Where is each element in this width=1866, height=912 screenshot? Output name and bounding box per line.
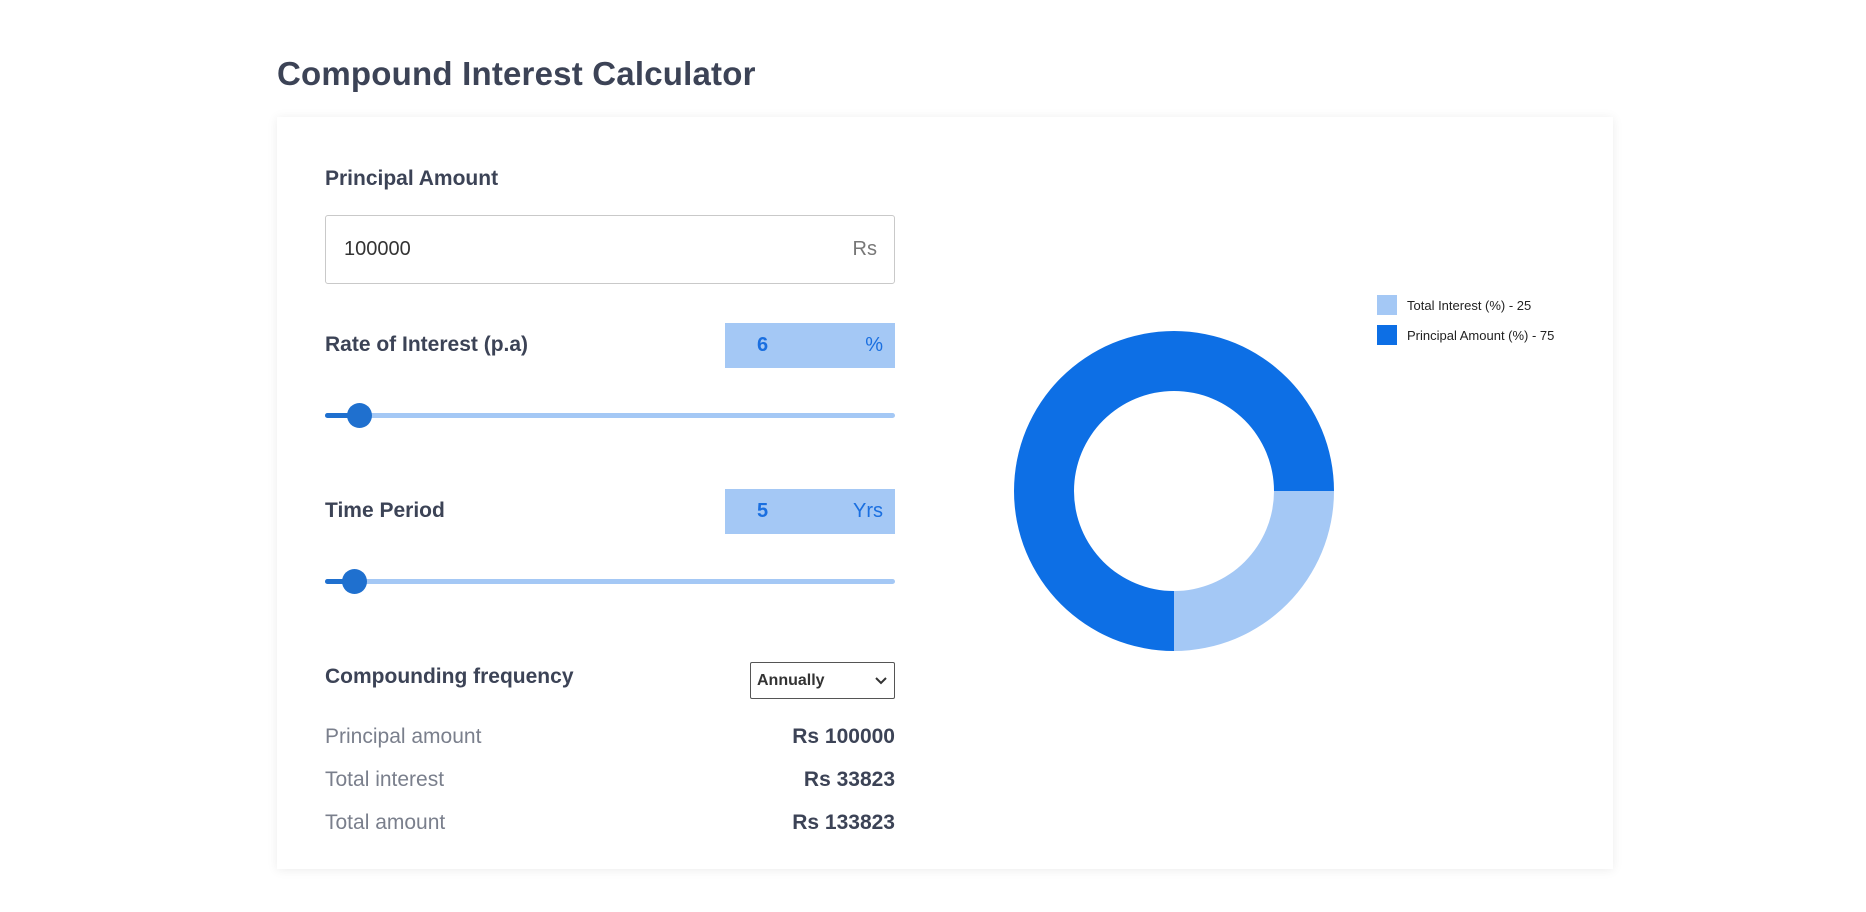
calculator-card: Principal Amount Rs Rate of Interest (p.… [277, 117, 1613, 869]
legend-label: Total Interest (%) - 25 [1407, 297, 1532, 313]
page-title: Compound Interest Calculator [277, 55, 756, 92]
donut-slice-interest [1174, 491, 1334, 651]
legend-label: Principal Amount (%) - 75 [1407, 327, 1555, 343]
legend-swatch [1377, 325, 1397, 345]
chart-legend: Total Interest (%) - 25 Principal Amount … [1377, 290, 1554, 350]
legend-swatch [1377, 295, 1397, 315]
donut-chart [1014, 331, 1334, 651]
legend-item-principal[interactable]: Principal Amount (%) - 75 [1377, 320, 1554, 350]
legend-item-interest[interactable]: Total Interest (%) - 25 [1377, 290, 1554, 320]
